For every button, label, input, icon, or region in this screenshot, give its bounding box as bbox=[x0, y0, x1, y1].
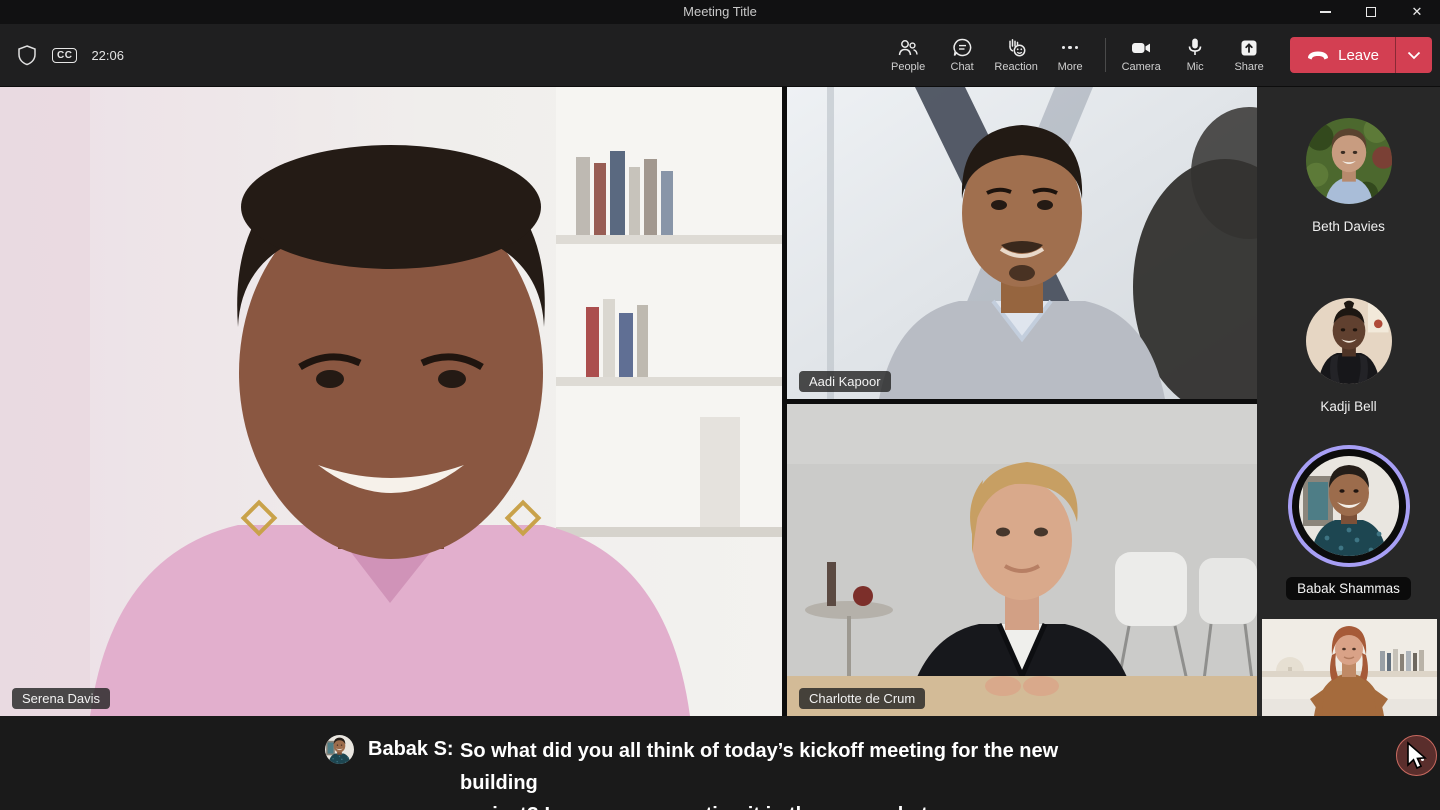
leave-split-button: Leave bbox=[1290, 37, 1432, 73]
titlebar: Meeting Title ✕ bbox=[0, 0, 1440, 24]
more-icon bbox=[1409, 744, 1424, 775]
caption-line-1: So what did you all think of today’s kic… bbox=[460, 740, 1058, 794]
kadji-bell-avatar bbox=[1306, 298, 1392, 384]
camera-button[interactable]: Camera bbox=[1114, 24, 1168, 86]
chat-label: Chat bbox=[951, 61, 974, 73]
window-controls: ✕ bbox=[1302, 0, 1440, 24]
chat-icon bbox=[952, 37, 973, 58]
leave-options-button[interactable] bbox=[1396, 37, 1432, 73]
reaction-label: Reaction bbox=[994, 61, 1037, 73]
aadi-kapoor-video bbox=[787, 87, 1257, 399]
closed-captions-icon[interactable]: CC bbox=[52, 48, 77, 63]
caption-speaker-avatar bbox=[325, 735, 354, 764]
participant-name-tag: Charlotte de Crum bbox=[799, 688, 925, 709]
caption-row: Babak S: So what did you all think of to… bbox=[325, 735, 1100, 810]
video-tile-aadi-kapoor[interactable]: Aadi Kapoor bbox=[787, 87, 1257, 399]
participant-name: Kadji Bell bbox=[1320, 399, 1376, 414]
babak-shammas-avatar bbox=[1299, 456, 1399, 556]
chevron-down-icon bbox=[1407, 51, 1421, 60]
people-label: People bbox=[891, 61, 925, 73]
mic-button[interactable]: Mic bbox=[1168, 24, 1222, 86]
avatar bbox=[1306, 118, 1392, 204]
close-button[interactable]: ✕ bbox=[1394, 0, 1440, 24]
more-label: More bbox=[1058, 61, 1083, 73]
beth-davies-avatar bbox=[1306, 118, 1392, 204]
live-captions-bar: Babak S: So what did you all think of to… bbox=[0, 716, 1440, 810]
charlotte-de-crum-video bbox=[787, 404, 1257, 716]
meeting-timer: 22:06 bbox=[91, 48, 124, 63]
reaction-icon bbox=[1005, 37, 1028, 58]
floating-more-button[interactable] bbox=[1396, 735, 1437, 776]
mic-label: Mic bbox=[1187, 61, 1204, 73]
toolbar-left-cluster: CC 22:06 bbox=[16, 24, 124, 86]
minimize-icon bbox=[1320, 11, 1331, 13]
avatar bbox=[1306, 298, 1392, 384]
minimize-button[interactable] bbox=[1302, 0, 1348, 24]
maximize-icon bbox=[1366, 7, 1376, 17]
participant-name-tag: Aadi Kapoor bbox=[799, 371, 891, 392]
people-button[interactable]: People bbox=[881, 24, 935, 86]
video-tile-charlotte-de-crum[interactable]: Charlotte de Crum bbox=[787, 404, 1257, 716]
leave-button[interactable]: Leave bbox=[1290, 37, 1395, 73]
video-stage: Serena Davis Aadi Kapoor Charlotte de Cr… bbox=[0, 86, 1440, 716]
people-icon bbox=[897, 38, 919, 58]
share-icon bbox=[1239, 38, 1259, 58]
video-tile-serena-davis[interactable]: Serena Davis bbox=[0, 87, 782, 716]
caption-speaker-name: Babak S: bbox=[368, 735, 460, 810]
reaction-button[interactable]: Reaction bbox=[989, 24, 1043, 86]
serena-davis-video bbox=[0, 87, 782, 716]
hang-up-icon bbox=[1306, 49, 1330, 61]
participants-sidebar: Beth Davies Kadji Bell Babak Shammas bbox=[1257, 87, 1440, 716]
caption-line-2: project? I was gonna mention it in the g… bbox=[460, 804, 933, 810]
leave-label: Leave bbox=[1338, 47, 1379, 64]
more-icon bbox=[1062, 38, 1079, 58]
share-button[interactable]: Share bbox=[1222, 24, 1276, 86]
self-view-feed bbox=[1262, 619, 1437, 716]
caption-text: So what did you all think of today’s kic… bbox=[460, 735, 1100, 810]
babak-shammas-avatar bbox=[325, 735, 354, 764]
close-icon: ✕ bbox=[1412, 4, 1423, 20]
camera-label: Camera bbox=[1122, 61, 1161, 73]
mic-icon bbox=[1185, 37, 1205, 58]
participant-kadji-bell[interactable]: Kadji Bell bbox=[1257, 298, 1440, 414]
participant-name: Babak Shammas bbox=[1286, 577, 1411, 600]
toolbar-divider bbox=[1105, 38, 1106, 72]
participant-beth-davies[interactable]: Beth Davies bbox=[1257, 118, 1440, 234]
camera-icon bbox=[1130, 38, 1152, 58]
participant-babak-shammas[interactable]: Babak Shammas bbox=[1257, 445, 1440, 600]
self-view-video[interactable] bbox=[1262, 619, 1437, 716]
participant-name-tag: Serena Davis bbox=[12, 688, 110, 709]
more-button[interactable]: More bbox=[1043, 24, 1097, 86]
toolbar-right-cluster: People Chat Reaction bbox=[881, 24, 1432, 86]
participant-name: Beth Davies bbox=[1312, 219, 1385, 234]
avatar bbox=[1299, 456, 1399, 556]
speaking-indicator-ring bbox=[1288, 445, 1410, 567]
chat-button[interactable]: Chat bbox=[935, 24, 989, 86]
meeting-toolbar: CC 22:06 People Chat bbox=[0, 24, 1440, 86]
window-title: Meeting Title bbox=[0, 0, 1440, 24]
teams-meeting-window: Meeting Title ✕ CC 22:06 People bbox=[0, 0, 1440, 810]
maximize-button[interactable] bbox=[1348, 0, 1394, 24]
security-shield-icon bbox=[16, 44, 38, 66]
share-label: Share bbox=[1234, 61, 1263, 73]
